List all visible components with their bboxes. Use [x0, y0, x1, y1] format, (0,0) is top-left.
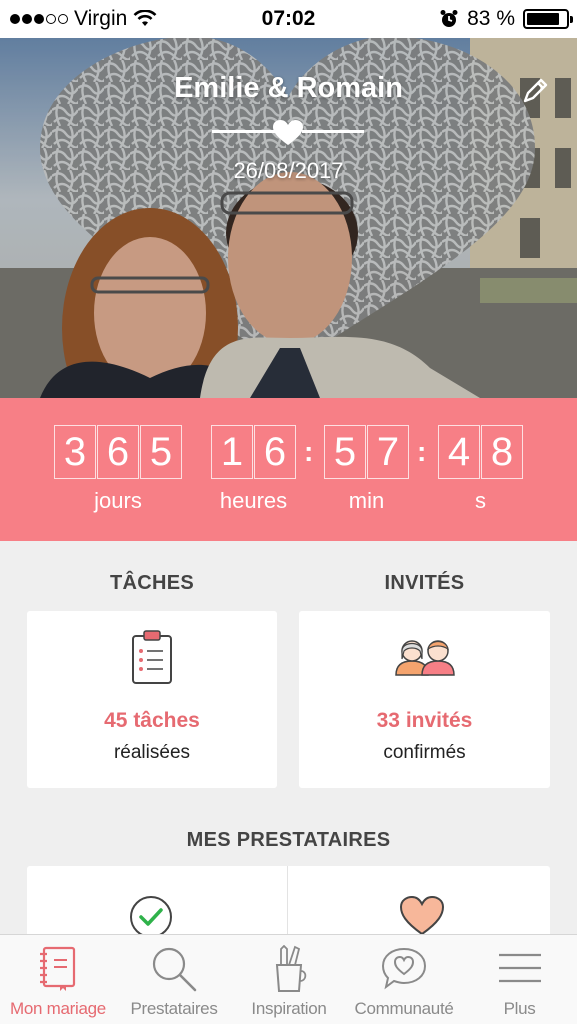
- countdown-seconds-digit: 4: [438, 425, 480, 479]
- countdown-panel: 3 6 5 1 6 : 5 7 : 4 8 jours heures min s: [0, 398, 577, 541]
- bottom-tab-bar: Mon mariage Prestataires Inspiration Com…: [0, 934, 577, 1024]
- countdown-hours-label: heures: [219, 488, 288, 513]
- tab-plus[interactable]: Plus: [462, 935, 577, 1024]
- tasks-count: 45 tâches: [104, 709, 200, 732]
- couple-names-title: Emilie & Romain: [174, 72, 403, 104]
- clipboard-checklist-icon: [132, 630, 172, 684]
- countdown-separator: :: [417, 436, 427, 467]
- countdown-minutes-digit: 5: [324, 425, 366, 479]
- tab-mon-mariage[interactable]: Mon mariage: [0, 935, 116, 1024]
- title-divider-right: [302, 130, 364, 133]
- chat-heart-icon: [381, 947, 427, 990]
- countdown-seconds-label: s: [475, 488, 486, 513]
- search-icon: [152, 947, 197, 992]
- status-right: 83 %: [439, 7, 573, 31]
- guests-card[interactable]: 33 invités confirmés: [299, 611, 550, 788]
- tasks-card[interactable]: 45 tâches réalisées: [27, 611, 277, 788]
- countdown-hours-digit: 1: [211, 425, 253, 479]
- vendors-section-title: MES PRESTATAIRES: [186, 829, 391, 851]
- countdown-hours-digit: 6: [254, 425, 296, 479]
- tab-label: Prestataires: [130, 999, 218, 1018]
- guests-couple-icon: [395, 640, 455, 676]
- tab-communaute[interactable]: Communauté: [346, 935, 462, 1024]
- tasks-section-title: TÂCHES: [109, 572, 195, 594]
- heart-icon: [273, 120, 303, 145]
- guests-caption: confirmés: [383, 742, 466, 763]
- tab-label: Inspiration: [251, 999, 327, 1018]
- wedding-date: 26/08/2017: [233, 158, 344, 183]
- status-bar: Virgin 07:02 83 %: [0, 0, 577, 38]
- countdown-seconds-digit: 8: [481, 425, 523, 479]
- heart-icon: [399, 896, 445, 936]
- tab-label: Communauté: [354, 999, 454, 1018]
- tab-prestataires[interactable]: Prestataires: [116, 935, 232, 1024]
- guests-count: 33 invités: [376, 709, 473, 732]
- countdown-days-digit: 6: [97, 425, 139, 479]
- battery-icon: [523, 9, 573, 29]
- notebook-icon: [40, 946, 76, 991]
- tasks-caption: réalisées: [113, 742, 191, 763]
- tab-label: Plus: [503, 999, 536, 1018]
- tab-inspiration[interactable]: Inspiration: [232, 935, 346, 1024]
- pencil-cup-icon: [275, 945, 307, 992]
- edit-pencil-icon[interactable]: [520, 76, 550, 106]
- battery-percent: 83 %: [467, 7, 515, 30]
- title-divider-left: [212, 130, 276, 133]
- countdown-minutes-digit: 7: [367, 425, 409, 479]
- countdown-separator: :: [304, 436, 314, 467]
- tab-label: Mon mariage: [10, 999, 106, 1018]
- countdown-days-digit: 3: [54, 425, 96, 479]
- guests-section-title: INVITÉS: [384, 572, 465, 594]
- countdown-days-label: jours: [94, 488, 142, 513]
- countdown-minutes-label: min: [348, 488, 385, 513]
- countdown-days-digit: 5: [140, 425, 182, 479]
- couple-cover-photo[interactable]: Emilie & Romain 26/08/2017: [0, 38, 577, 398]
- menu-icon: [498, 953, 541, 983]
- alarm-clock-icon: [440, 10, 458, 27]
